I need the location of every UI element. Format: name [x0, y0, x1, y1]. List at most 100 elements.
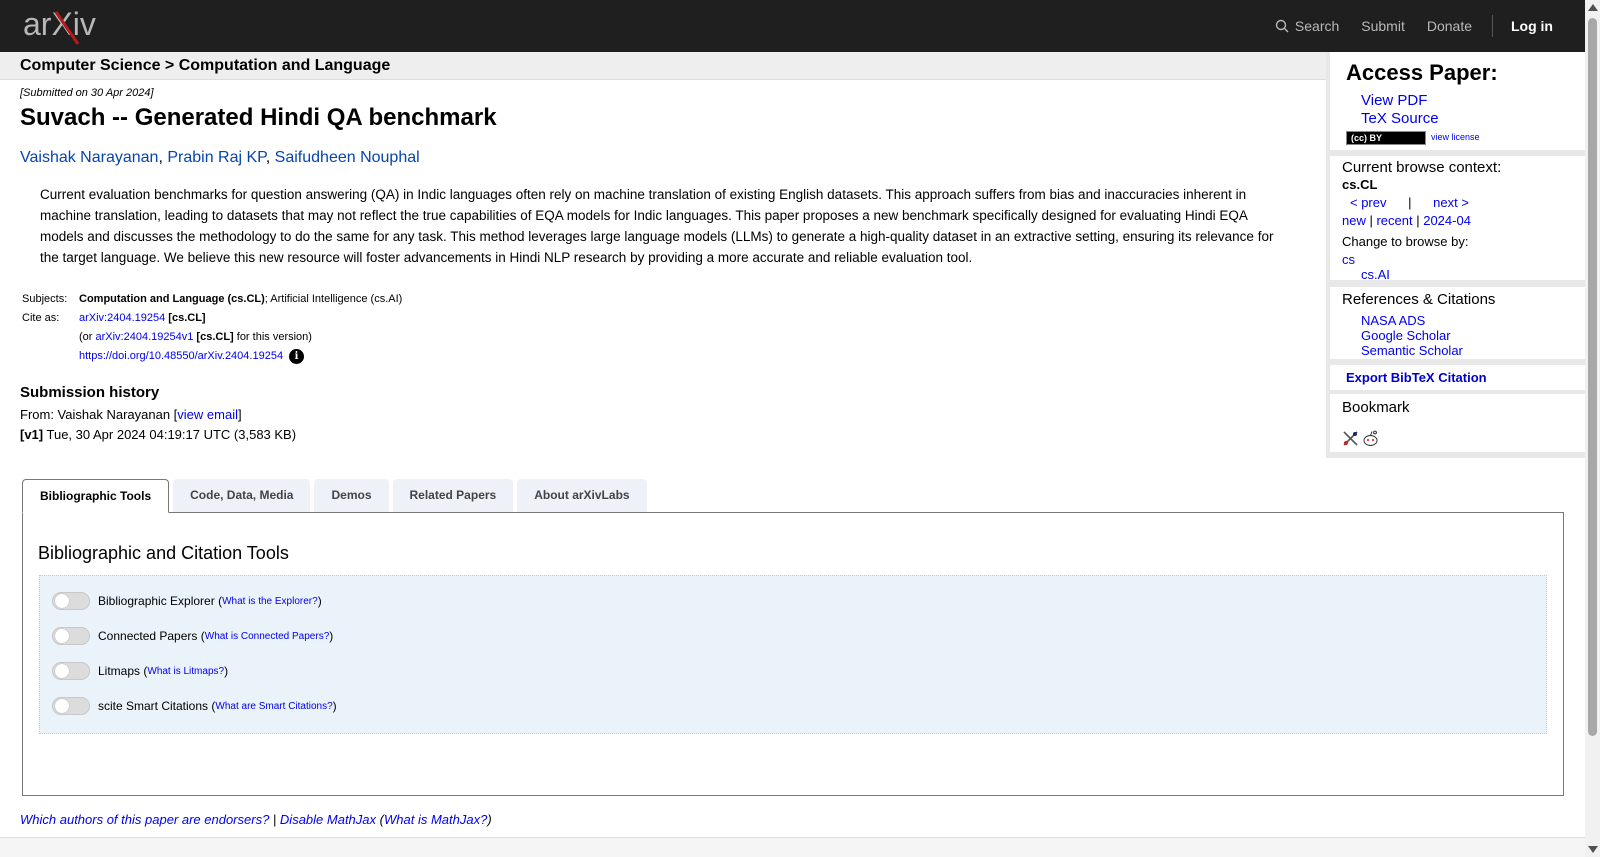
- submission-date: [Submitted on 30 Apr 2024]: [20, 87, 154, 99]
- reddit-icon[interactable]: [1362, 430, 1379, 447]
- search-icon: [1275, 19, 1289, 33]
- scite-toggle[interactable]: [52, 697, 90, 715]
- tools-box: Bibliographic Explorer (What is the Expl…: [39, 575, 1547, 734]
- search-label: Search: [1294, 18, 1340, 34]
- bookmark-box: Bookmark: [1330, 394, 1585, 452]
- view-license-link[interactable]: view license: [1431, 132, 1480, 142]
- change-browse-label: Change to browse by:: [1342, 234, 1469, 249]
- top-nav: Search Submit Donate Log in: [1253, 0, 1553, 52]
- tool-row-litmaps: Litmaps (What is Litmaps?): [52, 662, 228, 680]
- svg-text:arXiv: arXiv: [23, 6, 96, 42]
- export-box: Export BibTeX Citation: [1330, 365, 1585, 390]
- cite-id-link[interactable]: arXiv:2404.19254: [79, 312, 165, 324]
- google-scholar-link[interactable]: Google Scholar: [1361, 328, 1451, 343]
- toggle-knob: [55, 594, 69, 608]
- references-heading: References & Citations: [1342, 291, 1496, 308]
- breadcrumb-bar: Computer Science > Computation and Langu…: [0, 52, 1326, 80]
- secondary-subject: ; Artificial Intelligence (cs.AI): [264, 293, 403, 305]
- version-tag[interactable]: [v1]: [20, 427, 43, 442]
- tool-label: scite Smart Citations: [98, 699, 209, 713]
- what-is-mathjax-link[interactable]: What is MathJax?: [384, 812, 487, 827]
- prev-link[interactable]: < prev: [1350, 195, 1387, 210]
- tool-row-connected-papers: Connected Papers (What is Connected Pape…: [52, 627, 333, 645]
- nasa-ads-link[interactable]: NASA ADS: [1361, 313, 1425, 328]
- tab-code-data-media[interactable]: Code, Data, Media: [173, 479, 311, 512]
- subjects-label: Subjects:: [22, 293, 68, 305]
- cite-version-link[interactable]: arXiv:2404.19254v1: [96, 331, 194, 343]
- view-email-link[interactable]: view email: [177, 407, 238, 422]
- export-bibtex-link[interactable]: Export BibTeX Citation: [1346, 370, 1487, 385]
- tab-bibliographic-tools[interactable]: Bibliographic Tools: [22, 479, 170, 513]
- next-link[interactable]: next >: [1433, 195, 1469, 210]
- litmaps-toggle[interactable]: [52, 662, 90, 680]
- footer-links: Which authors of this paper are endorser…: [20, 812, 492, 827]
- submission-history-heading: Submission history: [20, 384, 160, 401]
- nav-divider: [1492, 15, 1493, 37]
- arxiv-logo[interactable]: arXiv: [22, 6, 112, 46]
- doi-link[interactable]: https://doi.org/10.48550/arXiv.2404.1925…: [79, 350, 283, 362]
- breadcrumb: Computer Science > Computation and Langu…: [20, 57, 391, 74]
- semantic-scholar-link[interactable]: Semantic Scholar: [1361, 343, 1463, 358]
- tool-row-scite: scite Smart Citations (What are Smart Ci…: [52, 697, 337, 715]
- version-line: [v1] Tue, 30 Apr 2024 04:19:17 UTC (3,58…: [20, 427, 297, 442]
- tab-about-arxivlabs[interactable]: About arXivLabs: [517, 479, 647, 512]
- tab-panel: Bibliographic and Citation Tools Bibliog…: [22, 512, 1564, 796]
- author-link[interactable]: Prabin Raj KP: [167, 149, 265, 166]
- toggle-knob: [55, 664, 69, 678]
- scroll-down-arrow-icon[interactable]: [1588, 846, 1598, 853]
- tex-source-link[interactable]: TeX Source: [1361, 110, 1439, 127]
- page-scrollbar[interactable]: [1585, 0, 1600, 857]
- search-link[interactable]: Search: [1275, 18, 1339, 34]
- bookmark-icons: [1342, 430, 1382, 447]
- tab-demos[interactable]: Demos: [314, 479, 389, 512]
- cc-by-license-badge[interactable]: (cc) BY: [1346, 131, 1426, 145]
- author-link[interactable]: Vaishak Narayanan: [20, 149, 158, 166]
- cite-as-label: Cite as:: [22, 312, 60, 324]
- info-icon[interactable]: i: [289, 349, 305, 364]
- bookmark-heading: Bookmark: [1342, 399, 1410, 416]
- new-link[interactable]: new: [1342, 213, 1366, 228]
- tool-row-explorer: Bibliographic Explorer (What is the Expl…: [52, 592, 322, 610]
- browse-csai-link[interactable]: cs.AI: [1361, 267, 1390, 282]
- labs-tabs: Bibliographic Tools Code, Data, Media De…: [22, 479, 651, 513]
- month-link[interactable]: 2024-04: [1423, 213, 1471, 228]
- references-box: References & Citations NASA ADS Google S…: [1330, 287, 1585, 359]
- toggle-knob: [55, 699, 69, 713]
- scrollbar-thumb[interactable]: [1588, 18, 1597, 736]
- submit-link[interactable]: Submit: [1361, 18, 1405, 34]
- listing-links-row: new | recent | 2024-04: [1342, 213, 1471, 228]
- submitter-line: From: Vaishak Narayanan [view email]: [20, 407, 242, 422]
- tool-help-link[interactable]: What are Smart Citations?: [215, 701, 332, 712]
- access-paper-box: Access Paper: View PDF TeX Source (cc) B…: [1330, 52, 1585, 150]
- login-link[interactable]: Log in: [1511, 18, 1553, 34]
- author-link[interactable]: Saifudheen Nouphal: [275, 149, 420, 166]
- right-sidebar: Access Paper: View PDF TeX Source (cc) B…: [1326, 52, 1585, 458]
- panel-heading: Bibliographic and Citation Tools: [38, 543, 289, 563]
- page-bottom-band: [0, 837, 1585, 857]
- tool-label: Litmaps: [98, 664, 141, 678]
- site-header: arXiv Search Submit Donate Log in: [0, 0, 1585, 52]
- endorsers-link[interactable]: Which authors of this paper are endorser…: [20, 812, 269, 827]
- primary-subject: Computation and Language (cs.CL): [79, 293, 265, 305]
- abstract: Current evaluation benchmarks for questi…: [40, 187, 1274, 265]
- tab-related-papers[interactable]: Related Papers: [392, 479, 514, 512]
- tool-help-link[interactable]: What is Litmaps?: [147, 666, 224, 677]
- browse-context-value: cs.CL: [1342, 177, 1378, 192]
- prev-next-row: < prev | next >: [1350, 195, 1469, 210]
- disable-mathjax-link[interactable]: Disable MathJax: [280, 812, 376, 827]
- explorer-toggle[interactable]: [52, 592, 90, 610]
- browse-context-box: Current browse context: cs.CL < prev | n…: [1330, 156, 1585, 282]
- connected-papers-toggle[interactable]: [52, 627, 90, 645]
- scroll-up-arrow-icon[interactable]: [1588, 4, 1598, 11]
- view-pdf-link[interactable]: View PDF: [1361, 92, 1427, 109]
- tool-label: Connected Papers: [98, 629, 198, 643]
- tool-help-link[interactable]: What is Connected Papers?: [205, 631, 330, 642]
- browse-cs-link[interactable]: cs: [1342, 252, 1355, 267]
- paper-title: Suvach -- Generated Hindi QA benchmark: [20, 104, 497, 131]
- recent-link[interactable]: recent: [1376, 213, 1412, 228]
- bibsonomy-icon[interactable]: [1342, 430, 1359, 447]
- toggle-knob: [55, 629, 69, 643]
- author-list: Vaishak Narayanan, Prabin Raj KP, Saifud…: [20, 149, 420, 166]
- tool-help-link[interactable]: What is the Explorer?: [222, 596, 318, 607]
- donate-link[interactable]: Donate: [1427, 18, 1472, 34]
